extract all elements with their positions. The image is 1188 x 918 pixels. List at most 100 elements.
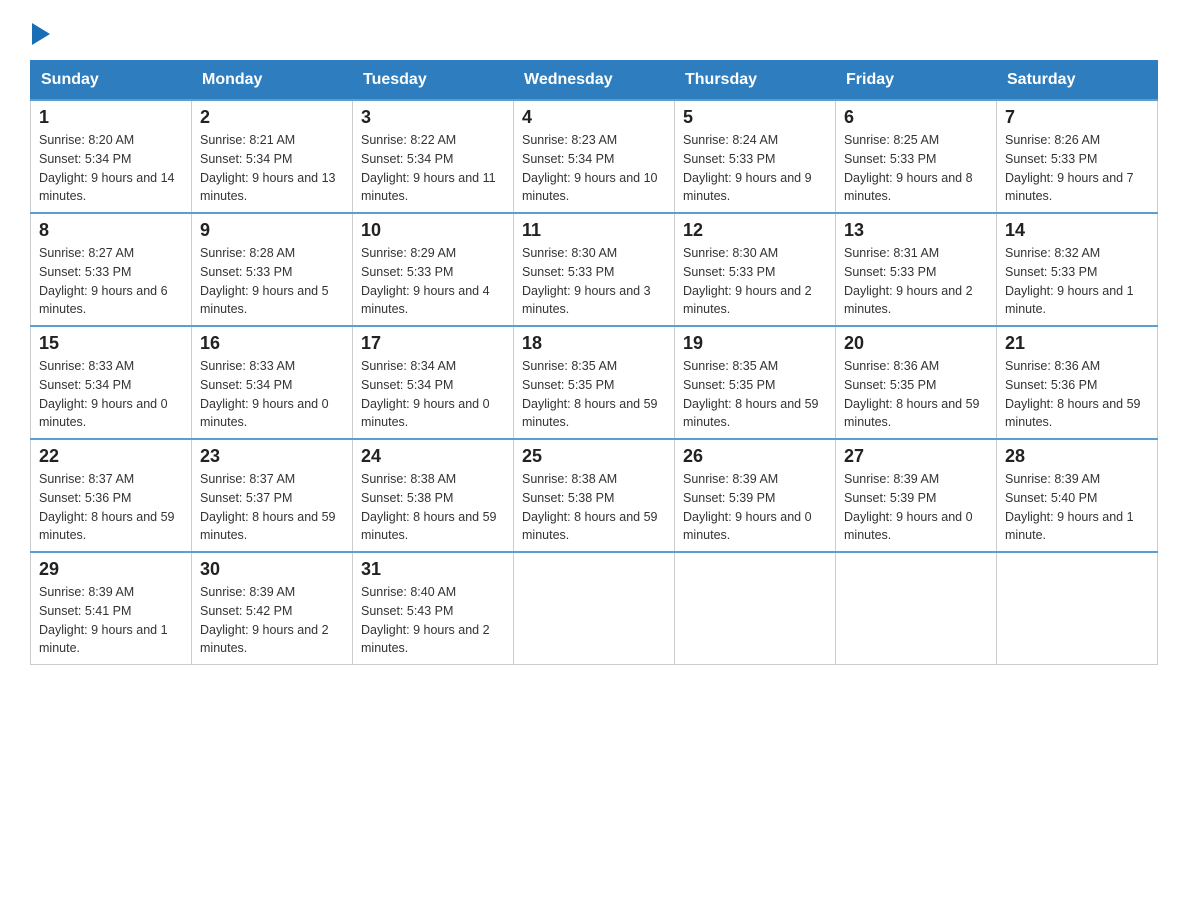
day-info: Sunrise: 8:39 AMSunset: 5:39 PMDaylight:…	[844, 472, 973, 542]
day-info: Sunrise: 8:33 AMSunset: 5:34 PMDaylight:…	[39, 359, 168, 429]
day-info: Sunrise: 8:39 AMSunset: 5:40 PMDaylight:…	[1005, 472, 1134, 542]
weekday-header-row: SundayMondayTuesdayWednesdayThursdayFrid…	[31, 61, 1158, 101]
day-number: 16	[200, 333, 344, 354]
day-number: 20	[844, 333, 988, 354]
day-number: 5	[683, 107, 827, 128]
day-number: 7	[1005, 107, 1149, 128]
calendar-cell: 18 Sunrise: 8:35 AMSunset: 5:35 PMDaylig…	[514, 326, 675, 439]
day-number: 15	[39, 333, 183, 354]
day-number: 28	[1005, 446, 1149, 467]
week-row-2: 8 Sunrise: 8:27 AMSunset: 5:33 PMDayligh…	[31, 213, 1158, 326]
day-info: Sunrise: 8:39 AMSunset: 5:42 PMDaylight:…	[200, 585, 329, 655]
calendar-cell: 3 Sunrise: 8:22 AMSunset: 5:34 PMDayligh…	[353, 100, 514, 213]
calendar-cell: 31 Sunrise: 8:40 AMSunset: 5:43 PMDaylig…	[353, 552, 514, 665]
day-number: 8	[39, 220, 183, 241]
calendar-cell: 13 Sunrise: 8:31 AMSunset: 5:33 PMDaylig…	[836, 213, 997, 326]
calendar-cell: 14 Sunrise: 8:32 AMSunset: 5:33 PMDaylig…	[997, 213, 1158, 326]
calendar-table: SundayMondayTuesdayWednesdayThursdayFrid…	[30, 60, 1158, 665]
calendar-cell: 28 Sunrise: 8:39 AMSunset: 5:40 PMDaylig…	[997, 439, 1158, 552]
weekday-header-friday: Friday	[836, 61, 997, 101]
logo-arrow-icon	[32, 20, 50, 52]
day-info: Sunrise: 8:27 AMSunset: 5:33 PMDaylight:…	[39, 246, 168, 316]
calendar-cell: 12 Sunrise: 8:30 AMSunset: 5:33 PMDaylig…	[675, 213, 836, 326]
day-info: Sunrise: 8:28 AMSunset: 5:33 PMDaylight:…	[200, 246, 329, 316]
day-number: 9	[200, 220, 344, 241]
calendar-cell: 30 Sunrise: 8:39 AMSunset: 5:42 PMDaylig…	[192, 552, 353, 665]
day-info: Sunrise: 8:38 AMSunset: 5:38 PMDaylight:…	[361, 472, 497, 542]
day-info: Sunrise: 8:20 AMSunset: 5:34 PMDaylight:…	[39, 133, 175, 203]
weekday-header-monday: Monday	[192, 61, 353, 101]
day-info: Sunrise: 8:39 AMSunset: 5:41 PMDaylight:…	[39, 585, 168, 655]
day-number: 14	[1005, 220, 1149, 241]
day-info: Sunrise: 8:22 AMSunset: 5:34 PMDaylight:…	[361, 133, 496, 203]
calendar-cell: 8 Sunrise: 8:27 AMSunset: 5:33 PMDayligh…	[31, 213, 192, 326]
day-info: Sunrise: 8:32 AMSunset: 5:33 PMDaylight:…	[1005, 246, 1134, 316]
day-info: Sunrise: 8:30 AMSunset: 5:33 PMDaylight:…	[522, 246, 651, 316]
calendar-cell: 27 Sunrise: 8:39 AMSunset: 5:39 PMDaylig…	[836, 439, 997, 552]
day-number: 29	[39, 559, 183, 580]
calendar-cell: 17 Sunrise: 8:34 AMSunset: 5:34 PMDaylig…	[353, 326, 514, 439]
day-number: 12	[683, 220, 827, 241]
day-number: 27	[844, 446, 988, 467]
day-info: Sunrise: 8:40 AMSunset: 5:43 PMDaylight:…	[361, 585, 490, 655]
weekday-header-saturday: Saturday	[997, 61, 1158, 101]
page-header	[30, 20, 1158, 50]
day-number: 22	[39, 446, 183, 467]
weekday-header-thursday: Thursday	[675, 61, 836, 101]
day-info: Sunrise: 8:39 AMSunset: 5:39 PMDaylight:…	[683, 472, 812, 542]
week-row-5: 29 Sunrise: 8:39 AMSunset: 5:41 PMDaylig…	[31, 552, 1158, 665]
calendar-cell: 16 Sunrise: 8:33 AMSunset: 5:34 PMDaylig…	[192, 326, 353, 439]
calendar-cell: 25 Sunrise: 8:38 AMSunset: 5:38 PMDaylig…	[514, 439, 675, 552]
week-row-4: 22 Sunrise: 8:37 AMSunset: 5:36 PMDaylig…	[31, 439, 1158, 552]
calendar-cell	[514, 552, 675, 665]
day-number: 21	[1005, 333, 1149, 354]
week-row-1: 1 Sunrise: 8:20 AMSunset: 5:34 PMDayligh…	[31, 100, 1158, 213]
day-info: Sunrise: 8:38 AMSunset: 5:38 PMDaylight:…	[522, 472, 658, 542]
day-number: 13	[844, 220, 988, 241]
day-info: Sunrise: 8:35 AMSunset: 5:35 PMDaylight:…	[522, 359, 658, 429]
day-info: Sunrise: 8:35 AMSunset: 5:35 PMDaylight:…	[683, 359, 819, 429]
day-number: 2	[200, 107, 344, 128]
calendar-cell: 24 Sunrise: 8:38 AMSunset: 5:38 PMDaylig…	[353, 439, 514, 552]
calendar-cell: 7 Sunrise: 8:26 AMSunset: 5:33 PMDayligh…	[997, 100, 1158, 213]
day-info: Sunrise: 8:33 AMSunset: 5:34 PMDaylight:…	[200, 359, 329, 429]
day-info: Sunrise: 8:24 AMSunset: 5:33 PMDaylight:…	[683, 133, 812, 203]
day-info: Sunrise: 8:36 AMSunset: 5:35 PMDaylight:…	[844, 359, 980, 429]
day-number: 6	[844, 107, 988, 128]
day-info: Sunrise: 8:29 AMSunset: 5:33 PMDaylight:…	[361, 246, 490, 316]
day-number: 1	[39, 107, 183, 128]
day-number: 30	[200, 559, 344, 580]
calendar-cell: 29 Sunrise: 8:39 AMSunset: 5:41 PMDaylig…	[31, 552, 192, 665]
weekday-header-wednesday: Wednesday	[514, 61, 675, 101]
day-number: 24	[361, 446, 505, 467]
day-number: 10	[361, 220, 505, 241]
calendar-cell	[997, 552, 1158, 665]
day-number: 17	[361, 333, 505, 354]
calendar-cell: 21 Sunrise: 8:36 AMSunset: 5:36 PMDaylig…	[997, 326, 1158, 439]
day-number: 31	[361, 559, 505, 580]
day-info: Sunrise: 8:25 AMSunset: 5:33 PMDaylight:…	[844, 133, 973, 203]
day-number: 23	[200, 446, 344, 467]
day-number: 4	[522, 107, 666, 128]
day-info: Sunrise: 8:31 AMSunset: 5:33 PMDaylight:…	[844, 246, 973, 316]
calendar-cell: 19 Sunrise: 8:35 AMSunset: 5:35 PMDaylig…	[675, 326, 836, 439]
weekday-header-tuesday: Tuesday	[353, 61, 514, 101]
week-row-3: 15 Sunrise: 8:33 AMSunset: 5:34 PMDaylig…	[31, 326, 1158, 439]
day-number: 3	[361, 107, 505, 128]
day-number: 26	[683, 446, 827, 467]
calendar-cell: 4 Sunrise: 8:23 AMSunset: 5:34 PMDayligh…	[514, 100, 675, 213]
day-info: Sunrise: 8:37 AMSunset: 5:37 PMDaylight:…	[200, 472, 336, 542]
day-info: Sunrise: 8:30 AMSunset: 5:33 PMDaylight:…	[683, 246, 812, 316]
calendar-cell: 22 Sunrise: 8:37 AMSunset: 5:36 PMDaylig…	[31, 439, 192, 552]
day-number: 25	[522, 446, 666, 467]
day-info: Sunrise: 8:36 AMSunset: 5:36 PMDaylight:…	[1005, 359, 1141, 429]
calendar-cell: 2 Sunrise: 8:21 AMSunset: 5:34 PMDayligh…	[192, 100, 353, 213]
calendar-cell: 1 Sunrise: 8:20 AMSunset: 5:34 PMDayligh…	[31, 100, 192, 213]
day-info: Sunrise: 8:26 AMSunset: 5:33 PMDaylight:…	[1005, 133, 1134, 203]
calendar-cell: 9 Sunrise: 8:28 AMSunset: 5:33 PMDayligh…	[192, 213, 353, 326]
calendar-cell: 15 Sunrise: 8:33 AMSunset: 5:34 PMDaylig…	[31, 326, 192, 439]
calendar-cell: 11 Sunrise: 8:30 AMSunset: 5:33 PMDaylig…	[514, 213, 675, 326]
day-number: 19	[683, 333, 827, 354]
calendar-cell: 26 Sunrise: 8:39 AMSunset: 5:39 PMDaylig…	[675, 439, 836, 552]
calendar-cell: 20 Sunrise: 8:36 AMSunset: 5:35 PMDaylig…	[836, 326, 997, 439]
